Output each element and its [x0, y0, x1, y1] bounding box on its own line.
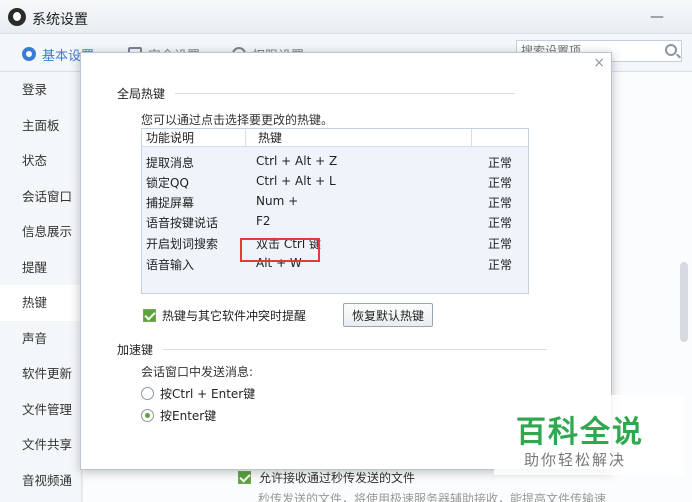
checkbox-checked-icon[interactable] [143, 309, 156, 322]
hotkey-table: 功能说明 热键 提取消息 Ctrl + Alt + Z 正常 锁定QQ Ctrl… [141, 128, 529, 294]
hotkey-description: 您可以通过点击选择要更改的热键。 [141, 113, 334, 127]
send-option-enter[interactable]: 按Enter键 [141, 407, 216, 424]
radio-selected-icon[interactable] [141, 409, 154, 422]
accelerator-heading: 加速键 [117, 341, 548, 358]
table-row[interactable]: 开启划词搜索 双击 Ctrl 键 正常 [142, 232, 528, 252]
highlight-box [240, 238, 320, 262]
watermark-subtitle: 助你轻松解决 [524, 451, 627, 469]
row-function: 锁定QQ [146, 176, 189, 190]
row-function: 提取消息 [146, 156, 195, 170]
row-function: 语音输入 [146, 258, 195, 272]
sidebar: 登录 主面板 状态 会话窗口 信息展示 提醒 热键 声音 软件更新 文件管理 文… [0, 72, 82, 502]
window-title: 系统设置 [32, 12, 88, 28]
sidebar-item-status[interactable]: 状态 [0, 143, 81, 179]
row-hotkey[interactable]: Ctrl + Alt + Z [256, 154, 337, 168]
row-status: 正常 [488, 237, 513, 251]
watermark-title: 百科全说 [516, 415, 644, 450]
radio-unselected-icon[interactable] [141, 387, 154, 400]
scrollbar-thumb[interactable] [680, 262, 688, 342]
sidebar-item-chat-window[interactable]: 会话窗口 [0, 179, 81, 215]
close-icon[interactable]: × [593, 55, 605, 71]
qq-penguin-icon [8, 8, 26, 26]
row-status: 正常 [488, 216, 513, 230]
checkbox-checked-icon[interactable] [238, 471, 251, 484]
table-row[interactable]: 语音按键说话 F2 正常 [142, 211, 528, 231]
row-function: 语音按键说话 [146, 216, 219, 230]
sidebar-item-login[interactable]: 登录 [0, 72, 81, 108]
title-bar: 系统设置 — [0, 0, 692, 34]
sidebar-item-av-calls[interactable]: 音视频通话 [0, 463, 81, 499]
row-status: 正常 [488, 258, 513, 272]
restore-default-hotkeys-button[interactable]: 恢复默认热键 [343, 303, 433, 327]
sidebar-item-file-management[interactable]: 文件管理 [0, 392, 81, 428]
table-row[interactable]: 提取消息 Ctrl + Alt + Z 正常 [142, 151, 528, 171]
table-row[interactable]: 捕捉屏幕 Num + 正常 [142, 191, 528, 211]
row-hotkey[interactable]: F2 [256, 214, 271, 228]
row-hotkey[interactable]: Num + [256, 194, 298, 208]
radio-label: 按Enter键 [160, 409, 217, 423]
global-hotkeys-heading: 全局热键 [117, 85, 516, 102]
table-row[interactable]: 语音输入 Alt + W 正常 [142, 253, 528, 273]
search-icon[interactable] [665, 44, 677, 56]
row-status: 正常 [488, 176, 513, 190]
section-divider [163, 349, 548, 350]
section-title-text: 加速键 [117, 343, 154, 357]
row-status: 正常 [488, 196, 513, 210]
sidebar-item-software-update[interactable]: 软件更新 [0, 356, 81, 392]
watermark: 百科全说 助你轻松解决 [494, 395, 684, 475]
table-header: 功能说明 热键 [142, 129, 528, 147]
send-option-ctrl-enter[interactable]: 按Ctrl + Enter键 [141, 385, 255, 402]
row-status: 正常 [488, 156, 513, 170]
instant-transfer-option[interactable]: 允许接收通过秒传发送的文件 [238, 469, 415, 486]
sidebar-item-reminders[interactable]: 提醒 [0, 250, 81, 286]
row-function: 捕捉屏幕 [146, 196, 195, 210]
instant-transfer-note: 秒传发送的文件，将使用极速服务器辅助接收，能提高文件传输速 [258, 492, 607, 502]
minimize-button[interactable]: — [648, 8, 666, 26]
row-function: 开启划词搜索 [146, 237, 219, 251]
column-header-hotkey: 热键 [246, 129, 472, 146]
instant-transfer-label: 允许接收通过秒传发送的文件 [259, 471, 416, 485]
gear-icon [22, 47, 36, 61]
radio-label: 按Ctrl + Enter键 [160, 387, 256, 401]
section-divider [175, 93, 516, 94]
conflict-reminder-option[interactable]: 热键与其它软件冲突时提醒 [143, 307, 306, 324]
conflict-reminder-label: 热键与其它软件冲突时提醒 [162, 309, 307, 323]
section-title-text: 全局热键 [117, 87, 166, 101]
table-row[interactable]: 锁定QQ Ctrl + Alt + L 正常 [142, 171, 528, 191]
sidebar-item-sound[interactable]: 声音 [0, 321, 81, 357]
sidebar-item-file-sharing[interactable]: 文件共享 [0, 427, 81, 463]
sidebar-item-info-display[interactable]: 信息展示 [0, 214, 81, 250]
send-message-label: 会话窗口中发送消息: [141, 365, 254, 379]
row-hotkey[interactable]: Ctrl + Alt + L [256, 174, 336, 188]
sidebar-item-main-panel[interactable]: 主面板 [0, 108, 81, 144]
column-header-function: 功能说明 [142, 129, 246, 146]
sidebar-item-hotkeys[interactable]: 热键 [0, 285, 81, 321]
